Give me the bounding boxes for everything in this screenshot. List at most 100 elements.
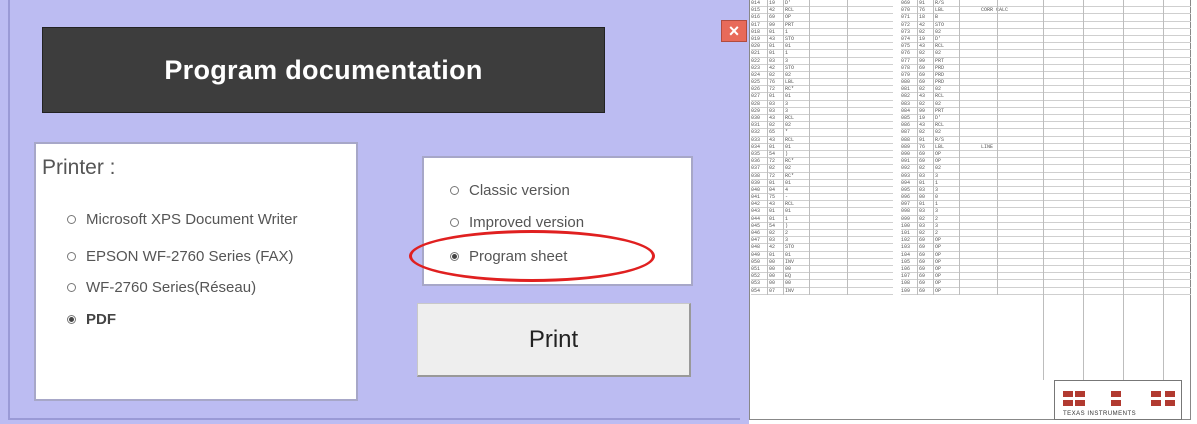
printer-option-xps[interactable]: Microsoft XPS Document Writer: [67, 211, 297, 228]
sheet-cell: 032: [751, 129, 761, 136]
printer-option-wf2760-network[interactable]: WF-2760 Series(Réseau): [67, 279, 256, 296]
ti-keypad-legend: TEXAS INSTRUMENTS: [1054, 380, 1182, 420]
sheet-cell: 026: [751, 86, 761, 93]
sheet-cell: 01: [785, 143, 792, 150]
sheet-cell: 088: [901, 136, 911, 143]
sheet-row: [1043, 7, 1191, 15]
sheet-cell: D': [935, 115, 942, 121]
sheet-row: 039 01 01: [751, 180, 893, 187]
sheet-cell: 109: [901, 287, 911, 294]
sheet-row: 035 54): [751, 150, 893, 159]
sheet-cell: 99: [769, 21, 776, 28]
sheet-cell: 101: [901, 230, 911, 236]
sheet-cell: 00: [785, 280, 792, 287]
sheet-cell: 43: [769, 115, 776, 121]
sheet-cell: 023: [751, 64, 761, 71]
sheet-row: [1043, 86, 1191, 94]
sheet-cell: 2: [935, 215, 939, 222]
sheet-cell: 3: [935, 222, 939, 229]
sheet-cell: LBL: [935, 143, 945, 150]
sheet-cell: PRT: [785, 21, 795, 28]
close-button[interactable]: ×: [721, 20, 747, 42]
version-panel: Classic version Improved version Program…: [422, 156, 693, 286]
sheet-cell: 106: [901, 265, 911, 272]
version-option-classic[interactable]: Classic version: [450, 182, 570, 199]
sheet-row: [1043, 22, 1191, 29]
sheet-cell: 045: [751, 222, 761, 229]
sheet-row: 049 01 01: [751, 252, 893, 259]
sheet-cell: OP: [935, 158, 942, 165]
sheet-row: 037 02 02: [751, 165, 893, 173]
sheet-cell: 3: [785, 107, 789, 114]
sheet-row: [1043, 244, 1191, 252]
sheet-row: 026 72 RC*: [751, 86, 893, 94]
sheet-row: [1043, 108, 1191, 115]
sheet-cell: 028: [751, 100, 761, 107]
version-option-improved[interactable]: Improved version: [450, 214, 584, 231]
keypad-key-icon: [1075, 400, 1085, 406]
sheet-row: [1043, 50, 1191, 58]
sheet-cell: 19: [919, 35, 926, 42]
sheet-cell: 42: [769, 64, 776, 71]
sheet-cell: 078: [901, 64, 911, 71]
sheet-row: 030 43 RCL: [751, 115, 893, 123]
sheet-gridline: [1163, 0, 1164, 380]
sheet-cell: 1: [785, 215, 789, 222]
sheet-row: 023 42 STO: [751, 65, 893, 72]
sheet-cell: 089: [901, 143, 911, 150]
sheet-row: 081 02 02: [901, 86, 1043, 94]
sheet-row: [1043, 158, 1191, 166]
sheet-cell: 02: [935, 100, 942, 107]
keypad-key-icon: [1151, 391, 1161, 397]
sheet-row: [1043, 201, 1191, 209]
sheet-cell: 081: [901, 86, 911, 93]
sheet-row: 029 03 3: [751, 108, 893, 115]
sheet-row: [1043, 144, 1191, 151]
sheet-cell: 027: [751, 93, 761, 100]
sheet-cell: 097: [901, 201, 911, 208]
printer-option-pdf[interactable]: PDF: [67, 311, 116, 328]
sheet-cell: 43: [769, 35, 776, 42]
sheet-row: 050 00 INV: [751, 259, 893, 266]
version-option-program-sheet[interactable]: Program sheet: [450, 248, 567, 265]
sheet-cell: 043: [751, 208, 761, 215]
sheet-cell: 99: [919, 57, 926, 64]
sheet-cell: 031: [751, 122, 761, 129]
sheet-cell: 092: [901, 165, 911, 172]
sheet-cell: 069: [901, 0, 911, 6]
sheet-cell: 01: [769, 208, 776, 215]
sheet-cell: 052: [751, 273, 761, 280]
keypad-key-icon: [1151, 400, 1161, 406]
sheet-cell: 024: [751, 71, 761, 78]
print-button[interactable]: Print: [417, 303, 691, 377]
sheet-cell: 01: [769, 143, 776, 150]
sheet-note: LINE: [981, 143, 994, 150]
sheet-cell: 02: [935, 129, 942, 136]
sheet-cell: 69: [919, 244, 926, 251]
sheet-row: [1043, 151, 1191, 159]
sheet-row: 089 76 LBL LINE: [901, 144, 1043, 151]
sheet-note: CORR CALC: [981, 7, 1009, 14]
sheet-cell: OP: [935, 280, 942, 287]
sheet-cell: -: [785, 194, 789, 201]
sheet-cell: 093: [901, 172, 911, 179]
sheet-row: [1043, 216, 1191, 223]
sheet-cell: 02: [785, 71, 792, 78]
sheet-cell: 43: [769, 136, 776, 143]
sheet-cell: 00: [769, 273, 776, 280]
sheet-row: 042 43 RCL: [751, 201, 893, 209]
sheet-cell: 3: [785, 100, 789, 107]
sheet-cell: 72: [769, 86, 776, 93]
sheet-cell: 035: [751, 150, 761, 157]
sheet-cell: PRD: [935, 79, 945, 86]
sheet-cell: 69: [919, 150, 926, 157]
printer-option-epson-fax[interactable]: EPSON WF-2760 Series (FAX): [67, 248, 294, 265]
sheet-cell: 54: [769, 150, 776, 157]
sheet-row: 072 42 STO: [901, 22, 1043, 29]
sheet-cell: STO: [785, 244, 795, 251]
sheet-row: [1043, 173, 1191, 180]
sheet-row: 090 69 OP: [901, 150, 1043, 159]
sheet-row: 105 69 OP: [901, 259, 1043, 266]
sheet-cell: PRD: [935, 64, 945, 71]
sheet-row: [1043, 14, 1191, 22]
